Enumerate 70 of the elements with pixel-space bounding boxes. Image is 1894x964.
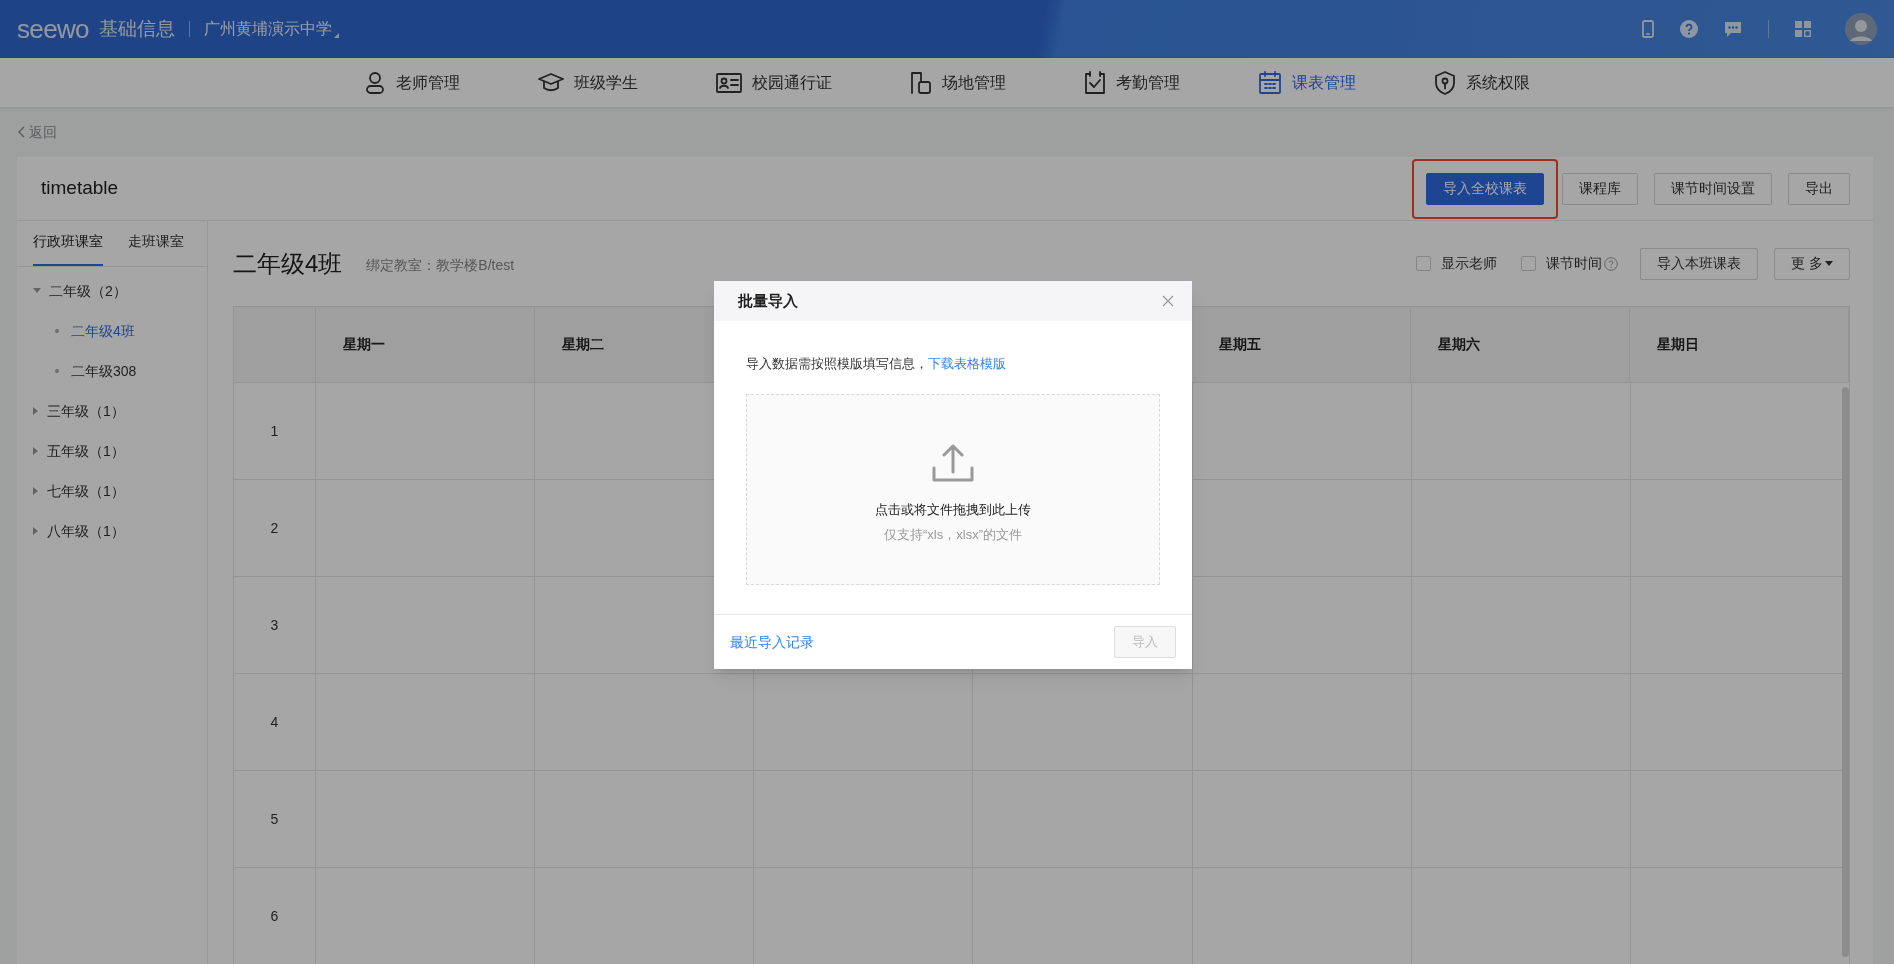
dialog-title: 批量导入 <box>738 290 798 311</box>
download-template-link[interactable]: 下载表格模版 <box>928 356 1006 371</box>
tree-item[interactable]: 二年级（2） <box>49 280 127 302</box>
nav-item[interactable]: 考勤管理 <box>1084 70 1180 95</box>
classroom-info: 绑定教室：教学楼B/test <box>366 256 515 275</box>
upload-hint: 仅支持“xls，xlsx”的文件 <box>884 526 1022 544</box>
scrollbar[interactable] <box>1842 387 1849 957</box>
import-history-link[interactable]: 最近导入记录 <box>730 631 814 653</box>
caret-down-icon <box>1825 261 1833 266</box>
apps-grid-icon <box>1795 21 1811 37</box>
action-button[interactable]: 导出 <box>1788 172 1850 205</box>
upload-icon <box>931 443 975 484</box>
tree-item[interactable]: 二年级308 <box>71 360 137 382</box>
sidebar-tab[interactable]: 行政班课室 <box>33 231 103 266</box>
chat-icon <box>1724 20 1742 38</box>
nav-item[interactable]: 课表管理 <box>1258 70 1356 95</box>
chevron-left-icon <box>18 126 25 138</box>
option-checkbox[interactable]: 课节时间 <box>1521 253 1603 274</box>
action-button[interactable]: 课节时间设置 <box>1654 172 1772 205</box>
day-label: 星期五 <box>1219 335 1261 354</box>
page-title: timetable <box>41 176 119 201</box>
app-title: 基础信息 <box>98 16 175 41</box>
day-label: 星期日 <box>1657 335 1699 354</box>
class-title: 二年级4班 <box>233 248 343 279</box>
period-number: 1 <box>270 421 279 441</box>
nav-item[interactable]: 老师管理 <box>364 70 460 95</box>
period-number: 2 <box>270 518 279 538</box>
calendar-icon <box>1258 70 1282 95</box>
bullet-icon <box>55 329 59 333</box>
person-icon <box>364 70 386 95</box>
nav-item[interactable]: 系统权限 <box>1434 70 1530 95</box>
building-icon <box>910 70 932 95</box>
help-icon <box>1680 20 1698 38</box>
option-checkbox[interactable]: 显示老师 <box>1416 253 1498 274</box>
tree-item[interactable]: 三年级（1） <box>47 400 125 422</box>
action-button[interactable]: 课程库 <box>1562 172 1638 205</box>
period-number: 3 <box>270 615 279 635</box>
upload-text: 点击或将文件拖拽到此上传 <box>875 500 1031 519</box>
id-card-icon <box>716 72 742 93</box>
toolbar-button[interactable]: 更 多 <box>1774 247 1850 280</box>
checkbox[interactable] <box>1521 256 1537 271</box>
nav-item[interactable]: 校园通行证 <box>716 70 832 95</box>
day-label: 星期六 <box>1438 335 1480 354</box>
phone-icon <box>1642 20 1654 38</box>
sidebar-tab[interactable]: 走班课室 <box>128 231 184 266</box>
period-number: 4 <box>270 712 279 732</box>
tree-item[interactable]: 七年级（1） <box>47 480 125 502</box>
nav-item[interactable]: 场地管理 <box>910 70 1006 95</box>
period-number: 6 <box>270 906 279 926</box>
period-number: 5 <box>270 809 279 829</box>
avatar-icon <box>1845 13 1877 45</box>
day-label: 星期一 <box>343 335 385 354</box>
close-button[interactable] <box>1162 295 1174 307</box>
logo: seewo <box>17 12 89 46</box>
dropdown-corner-icon <box>333 32 339 38</box>
dialog-instruction: 导入数据需按照模版填写信息，下载表格模版 <box>746 355 1007 373</box>
checkbox[interactable] <box>1416 256 1432 271</box>
day-label: 星期二 <box>562 335 604 354</box>
action-button[interactable]: 导入全校课表 <box>1426 172 1544 205</box>
shield-icon <box>1434 70 1456 95</box>
upload-area[interactable]: 点击或将文件拖拽到此上传 仅支持“xls，xlsx”的文件 <box>746 393 1160 585</box>
tree-item[interactable]: 五年级（1） <box>47 440 125 462</box>
school-name[interactable]: 广州黄埔演示中学 <box>203 17 332 41</box>
nav-item[interactable]: 班级学生 <box>538 70 638 95</box>
tree-item[interactable]: 八年级（1） <box>47 520 125 542</box>
toolbar-button[interactable]: 导入本班课表 <box>1640 247 1759 280</box>
tree-item[interactable]: 二年级4班 <box>71 320 135 342</box>
clipboard-check-icon <box>1084 70 1106 95</box>
bullet-icon <box>55 369 59 373</box>
graduation-cap-icon <box>538 71 564 94</box>
